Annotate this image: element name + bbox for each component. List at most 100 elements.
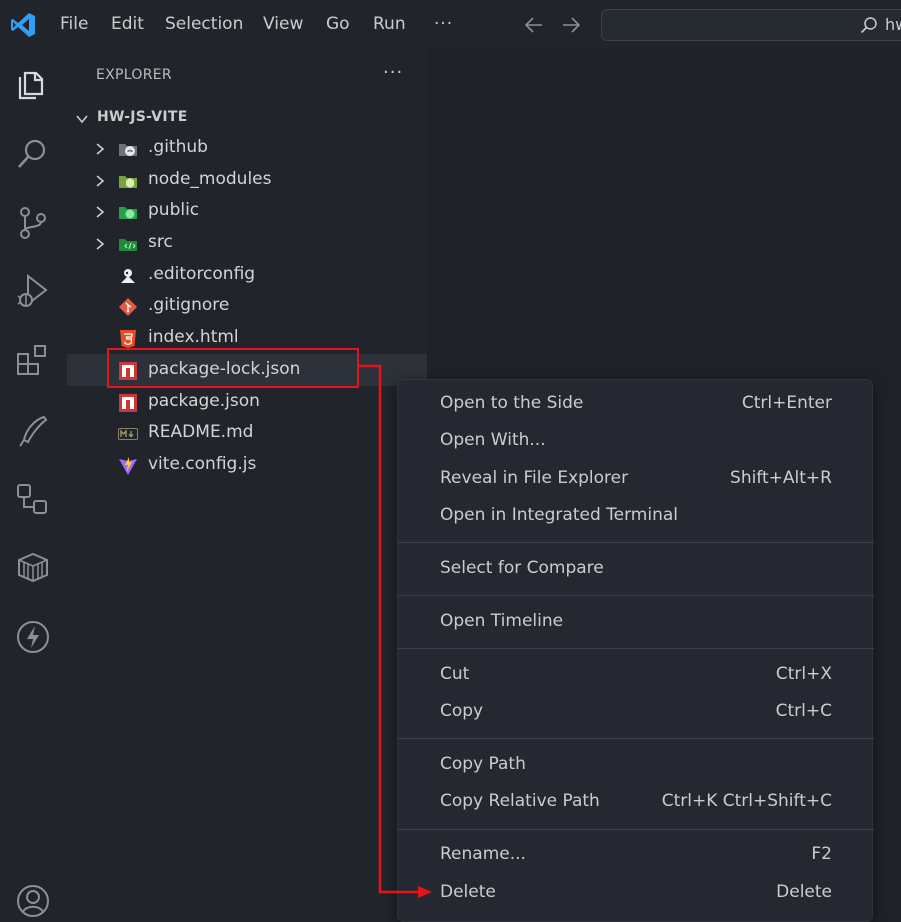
menu-item-open-to-side[interactable]: Open to the Side Ctrl+Enter bbox=[398, 387, 874, 421]
remote-explorer-icon[interactable] bbox=[14, 412, 52, 450]
menu-item-copy-path[interactable]: Copy Path bbox=[398, 748, 874, 782]
tree-item-github[interactable]: .github bbox=[67, 132, 427, 164]
tree-item-index-html[interactable]: index.html bbox=[67, 322, 427, 354]
menu-item-open-with[interactable]: Open With... bbox=[398, 424, 874, 458]
npm-icon bbox=[118, 393, 138, 413]
tree-item-package-json[interactable]: package.json bbox=[67, 386, 427, 418]
menu-item-shortcut: F2 bbox=[811, 844, 832, 864]
menu-separator bbox=[398, 738, 874, 739]
menu-item-delete[interactable]: Delete Delete bbox=[398, 876, 874, 910]
menu-item-copy-relative-path[interactable]: Copy Relative Path Ctrl+K Ctrl+Shift+C bbox=[398, 785, 874, 819]
menu-item-cut[interactable]: Cut Ctrl+X bbox=[398, 658, 874, 692]
markdown-icon bbox=[118, 424, 138, 444]
forward-arrow-icon[interactable] bbox=[560, 14, 582, 36]
workspace-folder-name: HW-JS-VITE bbox=[97, 109, 188, 125]
menu-more[interactable]: ··· bbox=[434, 14, 453, 34]
search-icon bbox=[860, 16, 878, 34]
menu-item-label: Copy bbox=[440, 701, 484, 721]
tree-item-vite-config-js[interactable]: vite.config.js bbox=[67, 449, 427, 481]
tree-item-label: index.html bbox=[148, 327, 239, 347]
tree-item-readme-md[interactable]: README.md bbox=[67, 417, 427, 449]
menu-item-label: Delete bbox=[440, 882, 496, 902]
html-icon bbox=[118, 329, 138, 349]
chevron-right-icon bbox=[94, 141, 106, 155]
public-folder-icon bbox=[118, 202, 138, 222]
vite-icon bbox=[118, 456, 138, 476]
chevron-right-icon bbox=[94, 204, 106, 218]
menu-item-label: Select for Compare bbox=[440, 558, 604, 578]
tree-item-label: public bbox=[148, 200, 200, 220]
menu-selection[interactable]: Selection bbox=[165, 14, 243, 34]
tree-item-label: src bbox=[148, 232, 173, 252]
menu-item-label: Cut bbox=[440, 664, 470, 684]
menu-separator bbox=[398, 648, 874, 649]
tree-item-label: package.json bbox=[148, 391, 260, 411]
menu-edit[interactable]: Edit bbox=[111, 14, 144, 34]
back-arrow-icon[interactable] bbox=[523, 14, 545, 36]
remote-icon[interactable] bbox=[14, 480, 52, 518]
explorer-header: EXPLORER bbox=[96, 67, 172, 83]
tree-item-public[interactable]: public bbox=[67, 195, 427, 227]
menu-item-shortcut: Ctrl+C bbox=[775, 701, 832, 721]
menu-item-label: Open to the Side bbox=[440, 393, 584, 413]
menu-item-open-timeline[interactable]: Open Timeline bbox=[398, 605, 874, 639]
context-menu: Open to the Side Ctrl+Enter Open With...… bbox=[397, 379, 874, 922]
git-icon bbox=[118, 297, 138, 317]
tree-item-label: .editorconfig bbox=[148, 264, 256, 284]
menu-run[interactable]: Run bbox=[373, 14, 406, 34]
menu-item-open-in-terminal[interactable]: Open in Integrated Terminal bbox=[398, 499, 874, 533]
menu-item-label: Rename... bbox=[440, 844, 526, 864]
menu-go[interactable]: Go bbox=[326, 14, 350, 34]
menu-item-label: Copy Path bbox=[440, 754, 526, 774]
menu-separator bbox=[398, 829, 874, 830]
tree-item-src[interactable]: src bbox=[67, 227, 427, 259]
menu-view[interactable]: View bbox=[263, 14, 303, 34]
npm-icon bbox=[118, 361, 138, 381]
menu-item-shortcut: Delete bbox=[776, 882, 832, 902]
menu-item-label: Copy Relative Path bbox=[440, 791, 600, 811]
tree-item-label: vite.config.js bbox=[148, 454, 257, 474]
title-bar: File Edit Selection View Go Run ··· hw bbox=[0, 0, 901, 50]
account-icon[interactable] bbox=[14, 882, 52, 920]
menu-separator bbox=[398, 542, 874, 543]
explorer-more-button[interactable]: ··· bbox=[383, 62, 403, 83]
search-icon[interactable] bbox=[14, 134, 52, 172]
source-control-icon[interactable] bbox=[14, 204, 52, 242]
thunder-icon[interactable] bbox=[14, 618, 52, 656]
tree-item-label: README.md bbox=[148, 422, 254, 442]
command-center-search[interactable]: hw bbox=[601, 9, 901, 41]
search-text: hw bbox=[885, 15, 901, 34]
menu-item-reveal-in-file-explorer[interactable]: Reveal in File Explorer Shift+Alt+R bbox=[398, 462, 874, 496]
menu-file[interactable]: File bbox=[60, 14, 88, 34]
run-debug-icon[interactable] bbox=[14, 272, 52, 310]
containers-icon[interactable] bbox=[14, 548, 52, 586]
menu-item-shortcut: Ctrl+K Ctrl+Shift+C bbox=[661, 791, 832, 811]
tree-item-node-modules[interactable]: node_modules bbox=[67, 164, 427, 196]
menu-item-label: Open in Integrated Terminal bbox=[440, 505, 678, 525]
chevron-right-icon bbox=[94, 173, 106, 187]
tree-item-label: package-lock.json bbox=[148, 359, 301, 379]
chevron-down-icon bbox=[75, 111, 89, 125]
node-folder-icon bbox=[118, 171, 138, 191]
menu-item-copy[interactable]: Copy Ctrl+C bbox=[398, 695, 874, 729]
editorconfig-icon bbox=[118, 266, 138, 286]
tree-item-label: .github bbox=[148, 137, 208, 157]
menu-item-shortcut: Shift+Alt+R bbox=[730, 468, 832, 488]
tree-item-package-lock-json[interactable]: package-lock.json bbox=[67, 354, 427, 386]
menu-item-shortcut: Ctrl+X bbox=[775, 664, 832, 684]
menu-item-rename[interactable]: Rename... F2 bbox=[398, 838, 874, 872]
extensions-icon[interactable] bbox=[14, 342, 52, 380]
chevron-right-icon bbox=[94, 236, 106, 250]
tree-item-gitignore[interactable]: .gitignore bbox=[67, 290, 427, 322]
tree-item-editorconfig[interactable]: .editorconfig bbox=[67, 259, 427, 291]
menu-item-select-for-compare[interactable]: Select for Compare bbox=[398, 552, 874, 586]
menu-item-label: Open Timeline bbox=[440, 611, 564, 631]
menu-item-label: Reveal in File Explorer bbox=[440, 468, 629, 488]
tree-item-label: node_modules bbox=[148, 169, 272, 189]
explorer-icon[interactable] bbox=[14, 64, 52, 102]
tree-item-label: .gitignore bbox=[148, 295, 230, 315]
github-folder-icon bbox=[118, 139, 138, 159]
src-folder-icon bbox=[118, 234, 138, 254]
workspace-folder-row[interactable]: HW-JS-VITE bbox=[67, 105, 427, 131]
menu-separator bbox=[398, 595, 874, 596]
